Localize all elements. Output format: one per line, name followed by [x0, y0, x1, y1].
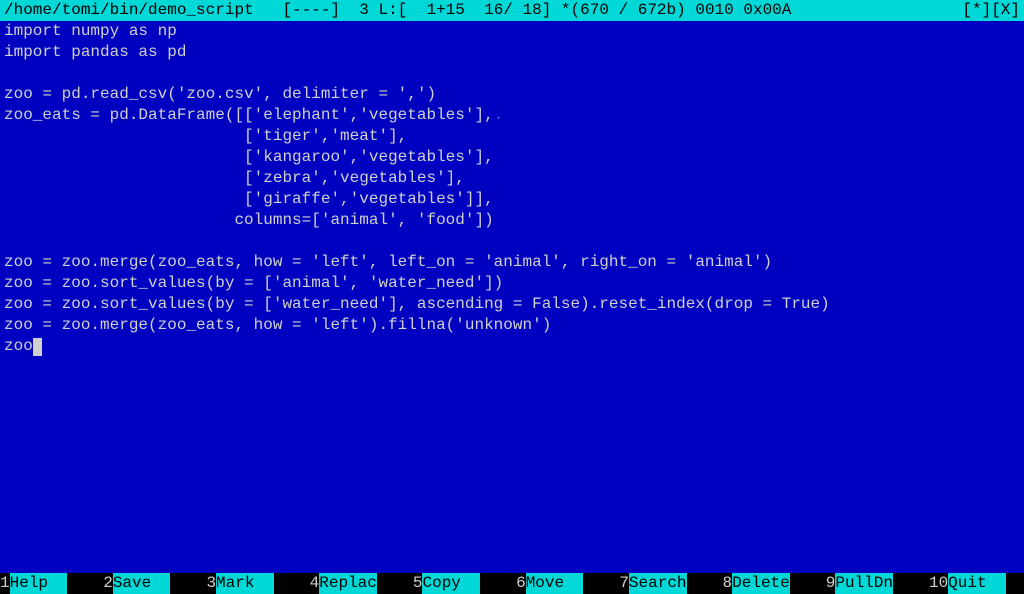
fn-key-label: Copy — [422, 573, 480, 594]
code-line[interactable]: ['zebra','vegetables'], — [4, 168, 1020, 189]
code-line[interactable]: import pandas as pd — [4, 42, 1020, 63]
fn-key-label: Quit — [948, 573, 1006, 594]
fn-key-pulldn[interactable]: 9PullDn — [826, 573, 893, 594]
fn-key-mark[interactable]: 3Mark — [206, 573, 273, 594]
fn-key-number: 3 — [206, 573, 216, 594]
code-line[interactable]: zoo = zoo.sort_values(by = ['animal', 'w… — [4, 273, 1020, 294]
code-line[interactable]: zoo = pd.read_csv('zoo.csv', delimiter =… — [4, 84, 1020, 105]
fn-key-number: 6 — [516, 573, 526, 594]
fn-key-delete[interactable]: 8Delete — [723, 573, 790, 594]
fn-key-label: PullDn — [835, 573, 893, 594]
fn-key-label: Delete — [732, 573, 790, 594]
code-line[interactable]: zoo_eats = pd.DataFrame([['elephant','ve… — [4, 105, 1020, 126]
text-cursor-icon — [33, 338, 42, 356]
code-line[interactable]: zoo — [4, 336, 1020, 357]
close-indicator[interactable]: [X] — [991, 1, 1020, 19]
code-line[interactable]: zoo = zoo.sort_values(by = ['water_need'… — [4, 294, 1020, 315]
fn-key-number: 5 — [413, 573, 423, 594]
fn-key-label: Move — [526, 573, 584, 594]
fn-key-quit[interactable]: 10Quit — [929, 573, 1006, 594]
status-bar-right: [*][X] — [962, 0, 1020, 21]
fn-key-number: 7 — [619, 573, 629, 594]
fn-key-number: 1 — [0, 573, 10, 594]
fn-key-move[interactable]: 6Move — [516, 573, 583, 594]
fn-key-search[interactable]: 7Search — [619, 573, 686, 594]
code-text: zoo_eats = pd.DataFrame([['elephant','ve… — [4, 105, 494, 126]
code-line[interactable] — [4, 63, 1020, 84]
code-line[interactable] — [4, 231, 1020, 252]
status-bar-left: /home/tomi/bin/demo_script [----] 3 L:[ … — [4, 0, 962, 21]
char-hex: 0x00A — [743, 1, 791, 19]
fn-key-copy[interactable]: 5Copy — [413, 573, 480, 594]
trailing-marker-icon: . — [494, 105, 504, 126]
fn-key-number: 4 — [310, 573, 320, 594]
line-info: 3 L:[ 1+15 16/ 18] — [359, 1, 551, 19]
code-line[interactable]: import numpy as np — [4, 21, 1020, 42]
code-text: zoo — [4, 336, 33, 357]
code-line[interactable]: ['tiger','meat'], — [4, 126, 1020, 147]
code-line[interactable]: columns=['animal', 'food']) — [4, 210, 1020, 231]
status-bar: /home/tomi/bin/demo_script [----] 3 L:[ … — [0, 0, 1024, 21]
flags: [----] — [282, 1, 340, 19]
fn-key-label: Replac — [319, 573, 377, 594]
file-path: /home/tomi/bin/demo_script — [4, 1, 254, 19]
fn-key-number: 2 — [103, 573, 113, 594]
fn-key-replac[interactable]: 4Replac — [310, 573, 377, 594]
byte-info: *(670 / 672b) — [561, 1, 686, 19]
code-line[interactable]: ['kangaroo','vegetables'], — [4, 147, 1020, 168]
fn-key-label: Search — [629, 573, 687, 594]
modified-indicator[interactable]: [*] — [962, 1, 991, 19]
fn-key-label: Mark — [216, 573, 274, 594]
cursor-pos: 0010 — [695, 1, 733, 19]
fn-key-number: 8 — [723, 573, 733, 594]
fn-key-save[interactable]: 2Save — [103, 573, 170, 594]
code-line[interactable]: zoo = zoo.merge(zoo_eats, how = 'left').… — [4, 315, 1020, 336]
code-line[interactable]: zoo = zoo.merge(zoo_eats, how = 'left', … — [4, 252, 1020, 273]
fn-key-label: Save — [113, 573, 171, 594]
fn-key-number: 10 — [929, 573, 948, 594]
fn-key-number: 9 — [826, 573, 836, 594]
code-line[interactable]: ['giraffe','vegetables']], — [4, 189, 1020, 210]
function-key-bar: 1Help 2Save 3Mark 4Replac 5Copy 6Move 7Se… — [0, 573, 1024, 594]
editor-area[interactable]: import numpy as npimport pandas as pd zoo… — [0, 21, 1024, 573]
fn-key-help[interactable]: 1Help — [0, 573, 67, 594]
fn-key-label: Help — [10, 573, 68, 594]
